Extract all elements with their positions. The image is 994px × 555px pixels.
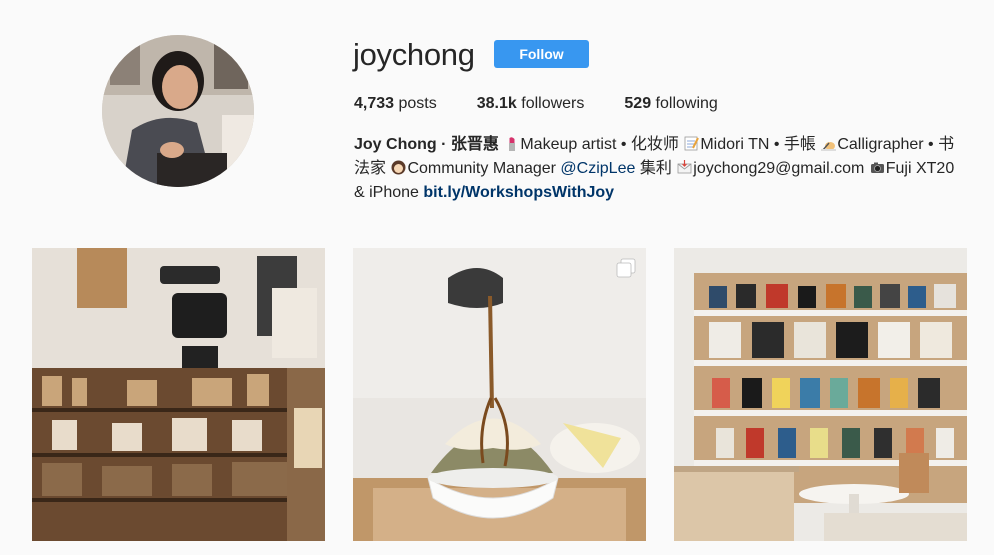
profile-stats: 4,733 posts 38.1k followers 529 followin… — [354, 94, 758, 114]
bio-seg-jili: 集利 — [639, 160, 672, 177]
followers-stat[interactable]: 38.1k followers — [477, 94, 585, 114]
website-link[interactable]: bit.ly/WorkshopsWithJoy — [423, 184, 614, 201]
bio-seg-makeup: Makeup artist • 化妆师 — [520, 136, 679, 153]
profile-bio: Joy Chong · 张晋惠 Makeup artist • 化妆师 Mido… — [354, 133, 964, 205]
following-label: following — [655, 95, 718, 112]
post-thumbnail-2[interactable] — [353, 248, 646, 541]
bio-seg-email: joychong29@gmail.com — [693, 160, 865, 177]
post-image-stationery-shop — [32, 248, 325, 541]
profile-full-name: Joy Chong · 张晋惠 — [354, 136, 499, 153]
posts-label: posts — [398, 95, 437, 112]
profile-avatar — [102, 35, 254, 187]
post-thumbnail-3[interactable] — [674, 248, 967, 541]
followers-label: followers — [521, 95, 585, 112]
following-stat[interactable]: 529 following — [624, 94, 717, 114]
camera-emoji-icon — [870, 159, 885, 174]
bio-seg-community: Community Manager — [407, 160, 556, 177]
post-image-bookstore — [674, 248, 967, 541]
posts-count: 4,733 — [354, 95, 395, 112]
memo-emoji-icon — [684, 135, 700, 151]
follow-button[interactable]: Follow — [494, 40, 589, 68]
post-image-shaved-ice — [353, 248, 646, 541]
followers-count: 38.1k — [476, 95, 517, 112]
multi-image-icon — [615, 257, 637, 279]
post-thumbnail-1[interactable] — [32, 248, 325, 541]
bio-seg-midori: Midori TN • 手帳 — [700, 136, 816, 153]
envelope-emoji-icon — [677, 159, 692, 174]
writing-hand-emoji-icon — [821, 135, 837, 151]
following-count: 529 — [624, 95, 652, 112]
posts-stat: 4,733 posts — [354, 94, 437, 114]
profile-username: joychong — [353, 37, 475, 72]
avatar-photo — [102, 35, 254, 187]
woman-emoji-icon — [391, 159, 406, 175]
lipstick-emoji-icon — [504, 135, 519, 151]
mention-link[interactable]: @CzipLee — [560, 160, 635, 177]
